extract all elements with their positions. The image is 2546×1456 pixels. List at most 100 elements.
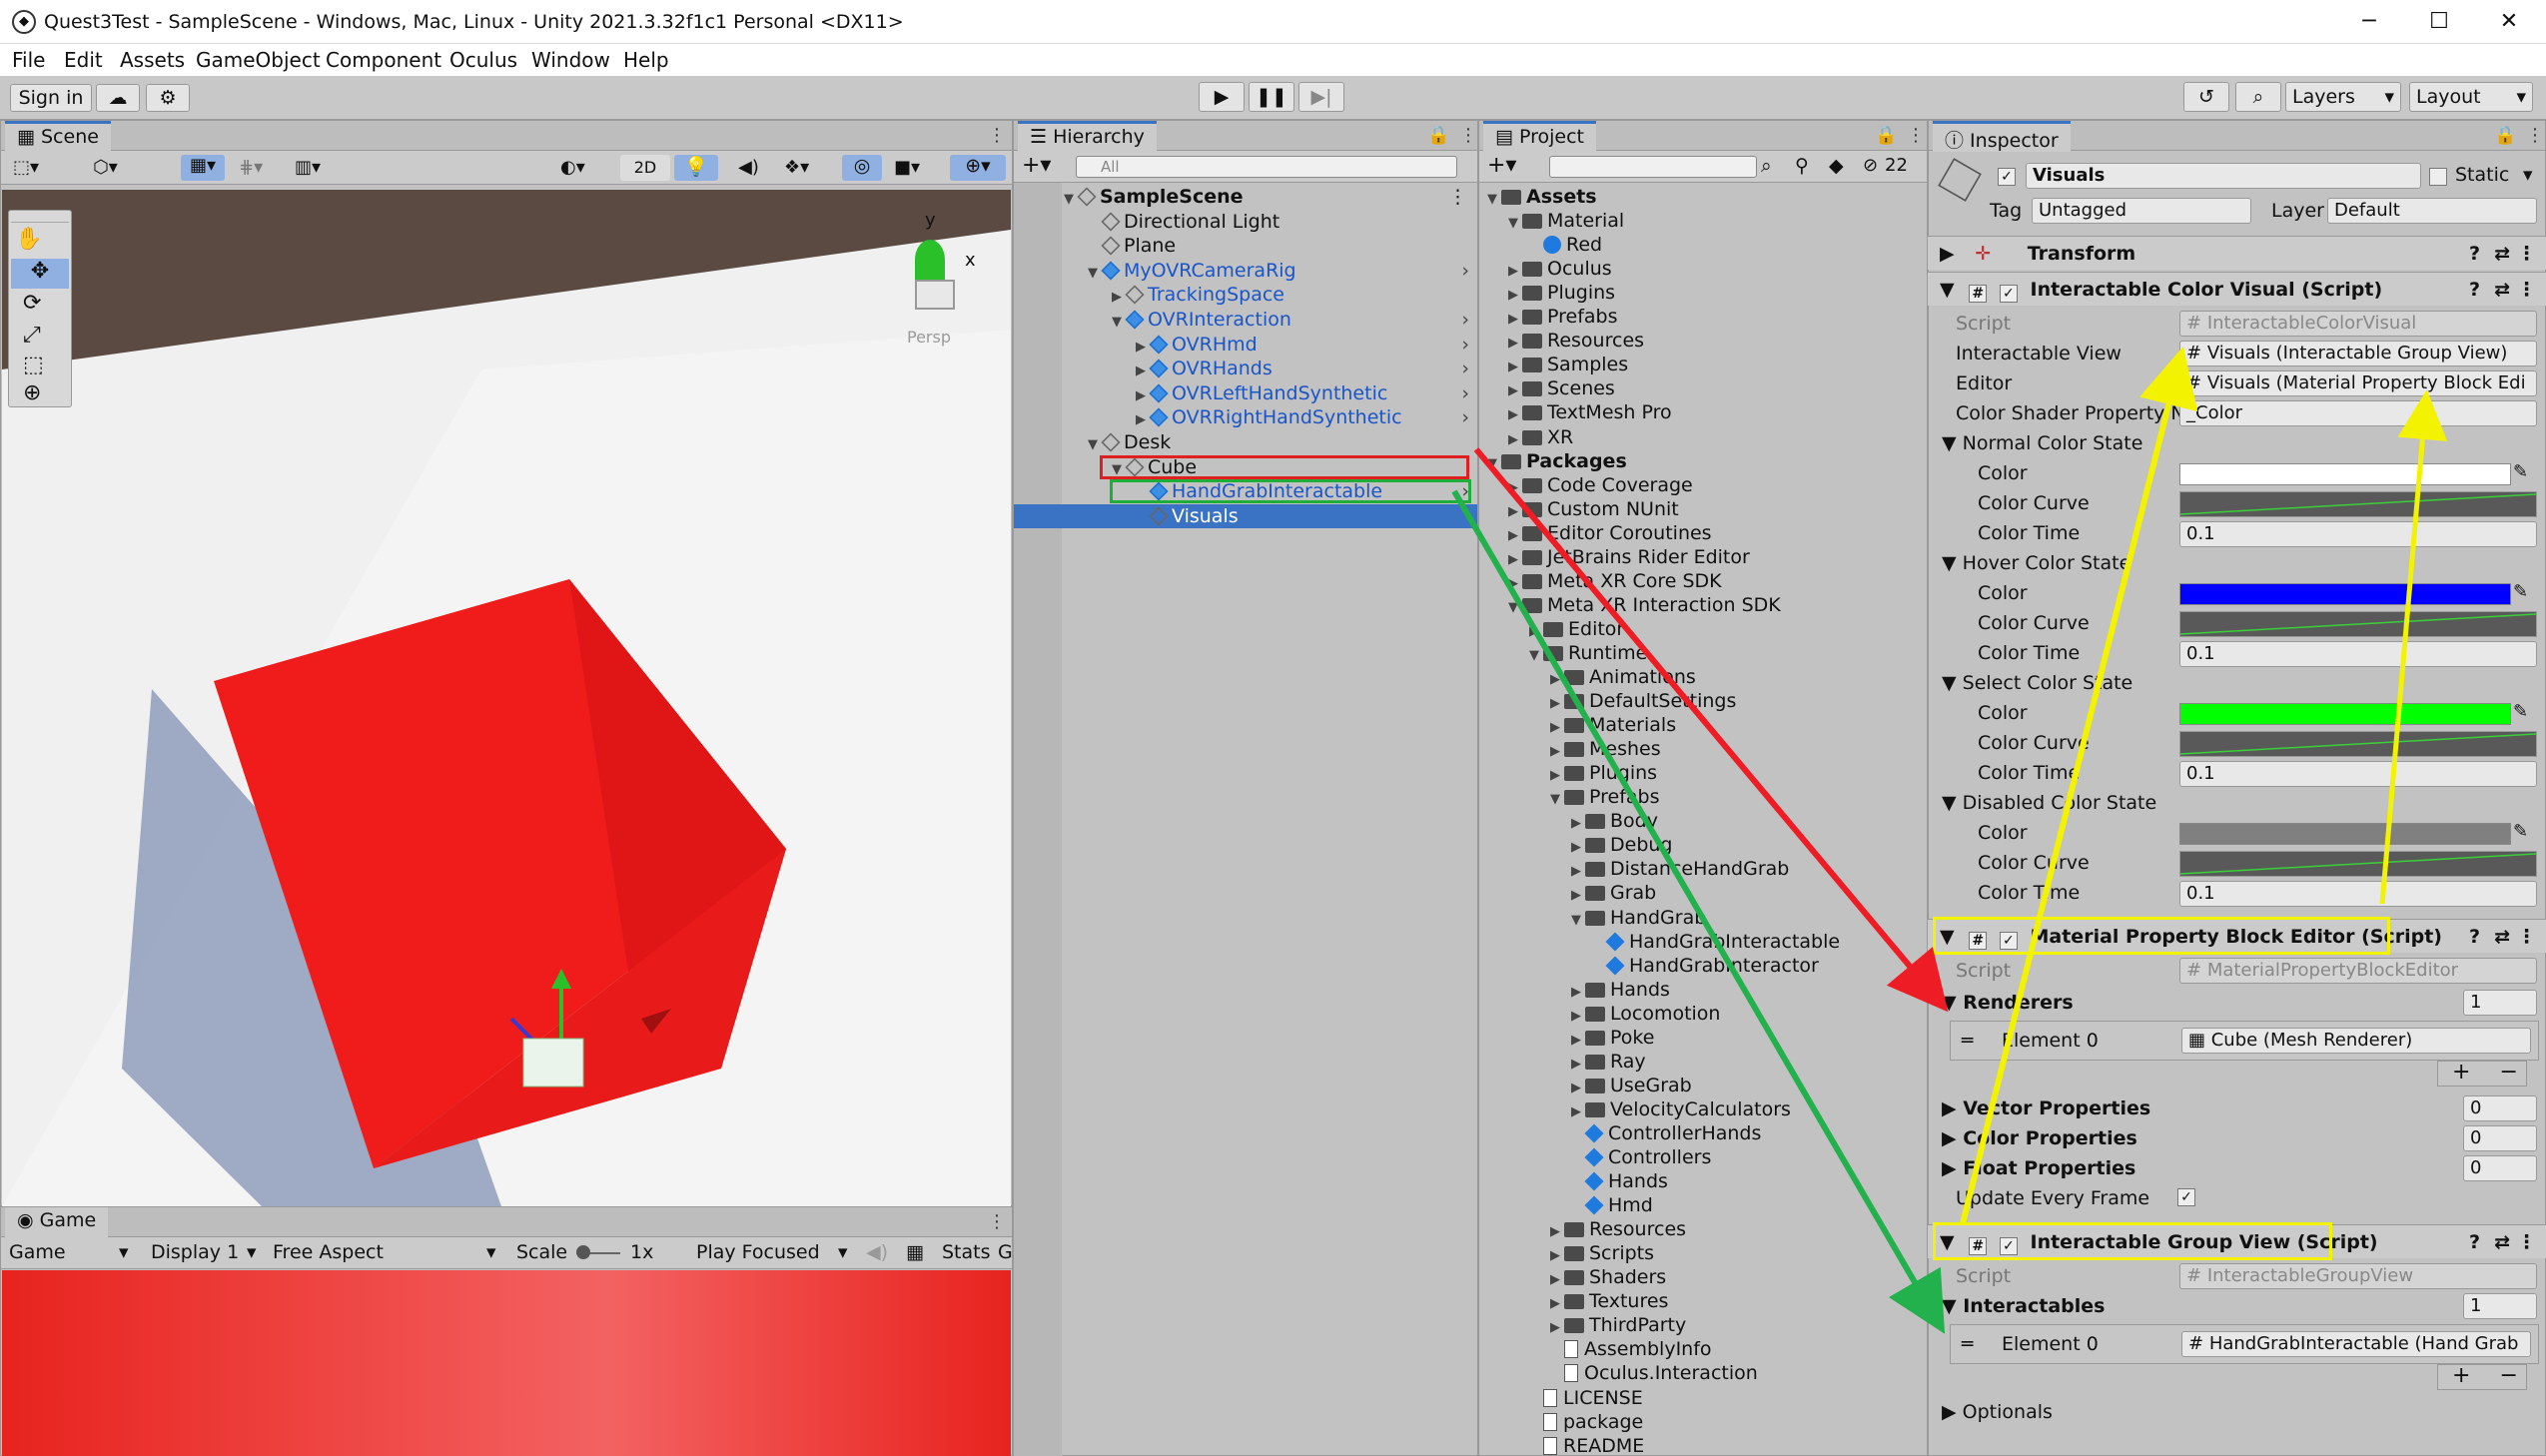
transform-component-header[interactable]: ▶ ✛ Transform ? ⇄ ⋮: [1928, 236, 2546, 270]
foldout-icon[interactable]: ▶: [1136, 336, 1150, 360]
ruler-icon[interactable]: ▥▾: [295, 157, 321, 178]
play-focused-dropdown[interactable]: Play Focused: [696, 1241, 820, 1263]
project-item[interactable]: ▼ Material: [1508, 209, 1624, 233]
game-viewport[interactable]: [2, 1270, 1011, 1456]
project-item[interactable]: ▶ Animations: [1550, 665, 1696, 689]
scale-tool-icon[interactable]: ⤢: [23, 323, 41, 348]
layers-dropdown[interactable]: Layers ▾: [2285, 82, 2401, 112]
orientation-gizmo[interactable]: y x Persp: [885, 210, 995, 347]
toggle-2d-button[interactable]: 2D: [620, 155, 670, 181]
hierarchy-item[interactable]: ▼ MyOVRCameraRig ›: [1014, 259, 1477, 283]
project-item[interactable]: ▶ Grab: [1571, 881, 1656, 905]
interactable-element-field[interactable]: # HandGrabInteractable (Hand Grab: [2181, 1331, 2531, 1357]
sign-in-button[interactable]: Sign in: [10, 84, 92, 112]
kebab-menu-icon[interactable]: ⋮: [1448, 185, 1467, 209]
renderer-element-field[interactable]: ▦ Cube (Mesh Renderer): [2181, 1028, 2531, 1054]
transform-tool-icon[interactable]: ⊕: [23, 380, 41, 405]
float-properties-count[interactable]: 0: [2463, 1155, 2537, 1181]
project-item[interactable]: ▶ Hands: [1571, 978, 1670, 1002]
project-item[interactable]: ▶ Meta XR Core SDK: [1508, 569, 1722, 593]
color-properties-foldout[interactable]: ▶ Color Properties: [1942, 1124, 2137, 1152]
label-icon[interactable]: ◆: [1829, 155, 1844, 177]
lock-icon[interactable]: 🔒: [1875, 125, 1897, 146]
hierarchy-item[interactable]: ▼ SampleScene ⋮: [1014, 185, 1477, 209]
menu-oculus[interactable]: Oculus: [449, 48, 517, 72]
display-dropdown[interactable]: Display 1: [151, 1241, 239, 1263]
project-item[interactable]: ▶ Editor: [1529, 617, 1624, 641]
add-element-button[interactable]: +: [2452, 1060, 2470, 1085]
project-item[interactable]: LICENSE: [1529, 1386, 1643, 1410]
project-item[interactable]: ▶ VelocityCalculators: [1571, 1097, 1791, 1121]
hierarchy-item[interactable]: Directional Light: [1014, 210, 1477, 234]
project-item[interactable]: AssemblyInfo: [1550, 1337, 1712, 1361]
color-state-foldout[interactable]: ▼ Select Color State: [1942, 669, 2132, 697]
chevron-right-icon[interactable]: ›: [1461, 308, 1469, 332]
grid-snap-icon[interactable]: ▦▾: [181, 155, 225, 181]
collab-icon[interactable]: ⚙: [146, 84, 190, 112]
project-item[interactable]: Oculus.Interaction: [1550, 1361, 1758, 1385]
eyedropper-icon[interactable]: ✎: [2513, 581, 2528, 602]
remove-element-button[interactable]: −: [2499, 1060, 2517, 1085]
draw-mode-icon[interactable]: ⬚▾: [13, 157, 39, 178]
project-item[interactable]: ▶ JetBrains Rider Editor: [1508, 545, 1750, 569]
lock-icon[interactable]: 🔒: [1427, 125, 1449, 146]
tab-project[interactable]: ▤ Project: [1483, 121, 1597, 152]
hierarchy-item[interactable]: Plane: [1014, 234, 1477, 258]
foldout-icon[interactable]: ▼: [1487, 452, 1501, 476]
project-item[interactable]: ▼ Packages: [1487, 449, 1627, 473]
project-item[interactable]: Hands: [1571, 1169, 1668, 1193]
component-menu-icon[interactable]: ⋮: [2517, 273, 2536, 307]
menu-component[interactable]: Component: [326, 48, 441, 72]
foldout-icon[interactable]: ▼: [1529, 644, 1543, 668]
foldout-icon[interactable]: ▶: [1112, 286, 1126, 310]
color-swatch[interactable]: [2179, 703, 2511, 725]
foldout-icon[interactable]: ▼: [1112, 311, 1126, 335]
search-icon[interactable]: ⌕: [2235, 82, 2281, 112]
float-properties-foldout[interactable]: ▶ Float Properties: [1942, 1154, 2135, 1182]
tab-scene[interactable]: ▦ Scene: [5, 121, 111, 152]
project-item[interactable]: README: [1529, 1434, 1644, 1456]
project-item[interactable]: ▶ Ray: [1571, 1050, 1646, 1074]
menu-assets[interactable]: Assets: [120, 48, 185, 72]
component-menu-icon[interactable]: ⋮: [2517, 237, 2536, 271]
move-tool-icon[interactable]: ✥: [11, 259, 69, 289]
stats-button[interactable]: Stats: [942, 1241, 991, 1263]
interactables-count-field[interactable]: 1: [2463, 1293, 2537, 1319]
kebab-menu-icon[interactable]: ⋮: [988, 125, 1006, 146]
hierarchy-item[interactable]: ▶ OVRRightHandSynthetic ›: [1014, 405, 1477, 429]
project-item[interactable]: ▶ Plugins: [1550, 761, 1657, 785]
chevron-right-icon[interactable]: ›: [1461, 333, 1469, 357]
mute-audio-icon[interactable]: ◀): [866, 1241, 888, 1263]
project-item[interactable]: ▶ DefaultSettings: [1550, 689, 1736, 713]
layer-dropdown[interactable]: Default: [2327, 198, 2537, 224]
foldout-icon[interactable]: ▼: [1064, 188, 1078, 212]
chevron-right-icon[interactable]: ›: [1461, 381, 1469, 405]
camera-icon[interactable]: ■▾: [894, 157, 920, 178]
rect-tool-icon[interactable]: ⬚: [23, 353, 44, 377]
project-item[interactable]: ControllerHands: [1571, 1121, 1761, 1145]
lock-icon[interactable]: 🔒: [2494, 125, 2516, 146]
menu-edit[interactable]: Edit: [64, 48, 103, 72]
project-item[interactable]: ▶ TextMesh Pro: [1508, 400, 1672, 424]
project-item[interactable]: ▶ Samples: [1508, 353, 1628, 376]
preset-icon[interactable]: ⇄: [2494, 237, 2510, 271]
project-item[interactable]: ▼ HandGrab: [1571, 906, 1706, 930]
tab-hierarchy[interactable]: ☰ Hierarchy: [1018, 121, 1157, 152]
pause-button[interactable]: ❚❚: [1249, 82, 1294, 112]
hidden-objects-icon[interactable]: ◎: [842, 155, 882, 181]
effects-icon[interactable]: ❖▾: [784, 157, 809, 178]
project-item[interactable]: ▶ Shaders: [1550, 1265, 1666, 1289]
lighting-icon[interactable]: 💡: [674, 155, 718, 181]
color-properties-count[interactable]: 0: [2463, 1125, 2537, 1151]
eyedropper-icon[interactable]: ✎: [2513, 821, 2528, 842]
menu-gameobject[interactable]: GameObject: [196, 48, 321, 72]
search-by-type-icon[interactable]: ⌕: [1761, 155, 1772, 177]
layout-dropdown[interactable]: Layout ▾: [2409, 82, 2533, 112]
project-item[interactable]: ▼ Meta XR Interaction SDK: [1508, 593, 1781, 617]
foldout-icon[interactable]: ▶: [1136, 384, 1150, 408]
project-item[interactable]: ▶ Code Coverage: [1508, 473, 1693, 497]
renderers-label[interactable]: ▼ Renderers: [1942, 989, 2074, 1017]
project-item[interactable]: Red: [1529, 233, 1602, 257]
help-icon[interactable]: ?: [2469, 1225, 2480, 1259]
hidden-packages-icon[interactable]: ⊘: [1863, 155, 1878, 176]
